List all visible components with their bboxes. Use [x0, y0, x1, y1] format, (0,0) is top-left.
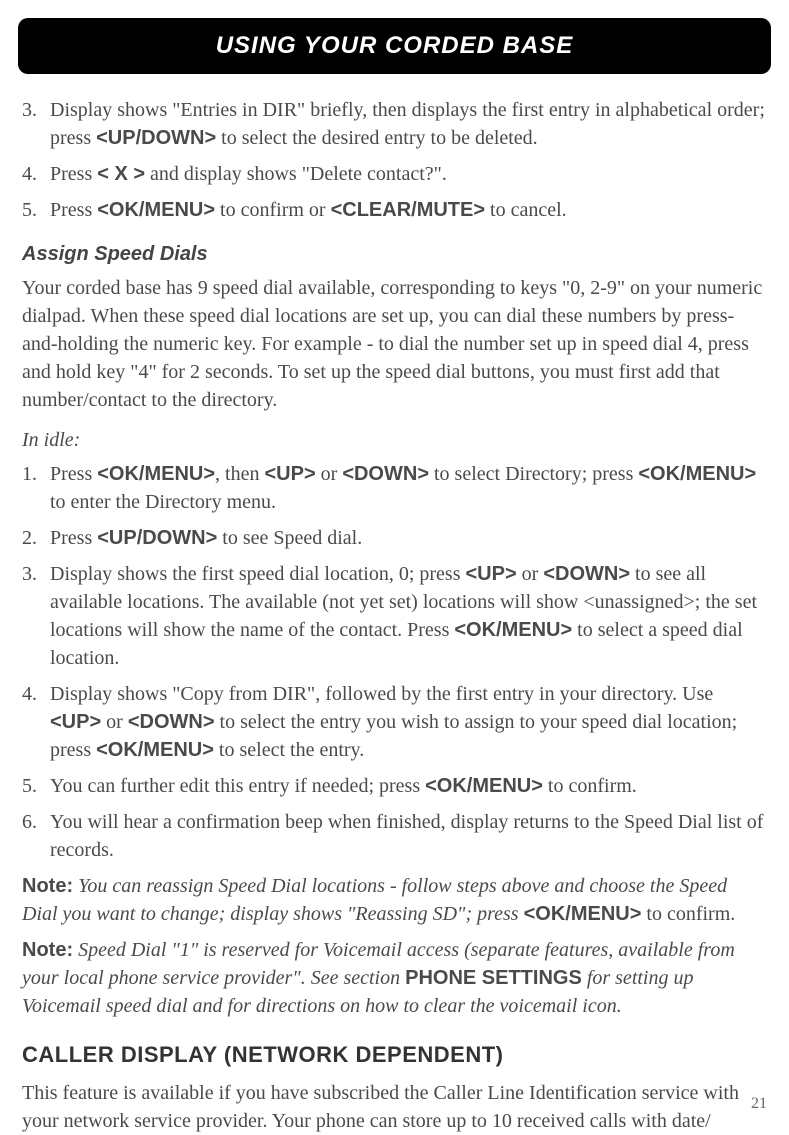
list-body: Press < X > and display shows "Delete co… — [50, 160, 767, 188]
list-number: 3. — [22, 96, 50, 152]
text: to select the entry. — [214, 739, 364, 761]
key-okmenu: <OK/MENU> — [524, 903, 642, 925]
note-2: Note: Speed Dial "1" is reserved for Voi… — [22, 936, 767, 1020]
key-down: <DOWN> — [543, 563, 630, 585]
key-clearmute: <CLEAR/MUTE> — [331, 199, 485, 221]
list-body: Display shows "Entries in DIR" briefly, … — [50, 96, 767, 152]
text: or — [517, 563, 544, 585]
key-updown: <UP/DOWN> — [97, 527, 217, 549]
header-title: USING YOUR CORDED BASE — [18, 18, 771, 74]
assign-step-6: 6. You will hear a confirmation beep whe… — [22, 808, 767, 864]
note-label: Note: — [22, 939, 73, 961]
text: to cancel. — [485, 199, 567, 221]
caller-display-heading: CALLER DISPLAY (NETWORK DEPENDENT) — [22, 1040, 767, 1071]
key-okmenu: <OK/MENU> — [97, 199, 215, 221]
text: or — [101, 711, 128, 733]
text: to confirm. — [543, 775, 637, 797]
text: Press — [50, 163, 97, 185]
note-label: Note: — [22, 875, 73, 897]
key-x: < X > — [97, 163, 145, 185]
text: to select Directory; press — [429, 463, 638, 485]
assign-step-3: 3. Display shows the first speed dial lo… — [22, 560, 767, 672]
key-down: <DOWN> — [342, 463, 429, 485]
assign-heading: Assign Speed Dials — [22, 240, 767, 268]
top-step-3: 3. Display shows "Entries in DIR" briefl… — [22, 96, 767, 152]
list-number: 5. — [22, 196, 50, 224]
text: You will hear a confirmation beep when f… — [50, 811, 763, 861]
idle-label: In idle: — [22, 426, 767, 454]
list-body: Press <UP/DOWN> to see Speed dial. — [50, 524, 767, 552]
key-okmenu: <OK/MENU> — [638, 463, 756, 485]
text: , then — [215, 463, 264, 485]
list-body: You will hear a confirmation beep when f… — [50, 808, 767, 864]
text: Display shows the first speed dial locat… — [50, 563, 466, 585]
key-up: <UP> — [466, 563, 517, 585]
text: to confirm or — [215, 199, 331, 221]
key-up: <UP> — [264, 463, 315, 485]
list-body: Press <OK/MENU> to confirm or <CLEAR/MUT… — [50, 196, 767, 224]
key-updown: <UP/DOWN> — [96, 127, 216, 149]
note-text: to confirm. — [641, 903, 735, 925]
list-number: 6. — [22, 808, 50, 864]
list-number: 4. — [22, 160, 50, 188]
key-okmenu: <OK/MENU> — [97, 463, 215, 485]
text: to enter the Directory menu. — [50, 491, 276, 513]
page-number: 21 — [751, 1095, 767, 1113]
key-okmenu: <OK/MENU> — [425, 775, 543, 797]
list-number: 4. — [22, 680, 50, 764]
text: Press — [50, 527, 97, 549]
assign-paragraph: Your corded base has 9 speed dial availa… — [22, 274, 767, 414]
assign-step-5: 5. You can further edit this entry if ne… — [22, 772, 767, 800]
top-step-5: 5. Press <OK/MENU> to confirm or <CLEAR/… — [22, 196, 767, 224]
assign-step-4: 4. Display shows "Copy from DIR", follow… — [22, 680, 767, 764]
text: and display shows "Delete contact?". — [145, 163, 447, 185]
assign-step-1: 1. Press <OK/MENU>, then <UP> or <DOWN> … — [22, 460, 767, 516]
key-okmenu: <OK/MENU> — [96, 739, 214, 761]
text: Press — [50, 463, 97, 485]
key-okmenu: <OK/MENU> — [454, 619, 572, 641]
assign-step-2: 2. Press <UP/DOWN> to see Speed dial. — [22, 524, 767, 552]
list-number: 5. — [22, 772, 50, 800]
note-1: Note: You can reassign Speed Dial locati… — [22, 872, 767, 928]
page-content: 3. Display shows "Entries in DIR" briefl… — [0, 74, 789, 1135]
text: Press — [50, 199, 97, 221]
top-step-4: 4. Press < X > and display shows "Delete… — [22, 160, 767, 188]
list-body: Display shows "Copy from DIR", followed … — [50, 680, 767, 764]
text: to see Speed dial. — [217, 527, 362, 549]
text: to select the desired entry to be delete… — [216, 127, 538, 149]
list-number: 2. — [22, 524, 50, 552]
text: Display shows "Copy from DIR", followed … — [50, 683, 713, 705]
list-body: Display shows the first speed dial locat… — [50, 560, 767, 672]
phone-settings-ref: PHONE SETTINGS — [405, 967, 582, 989]
caller-paragraph: This feature is available if you have su… — [22, 1079, 767, 1135]
text: or — [316, 463, 343, 485]
list-number: 1. — [22, 460, 50, 516]
list-number: 3. — [22, 560, 50, 672]
text: You can further edit this entry if neede… — [50, 775, 425, 797]
list-body: Press <OK/MENU>, then <UP> or <DOWN> to … — [50, 460, 767, 516]
list-body: You can further edit this entry if neede… — [50, 772, 767, 800]
key-down: <DOWN> — [128, 711, 215, 733]
key-up: <UP> — [50, 711, 101, 733]
